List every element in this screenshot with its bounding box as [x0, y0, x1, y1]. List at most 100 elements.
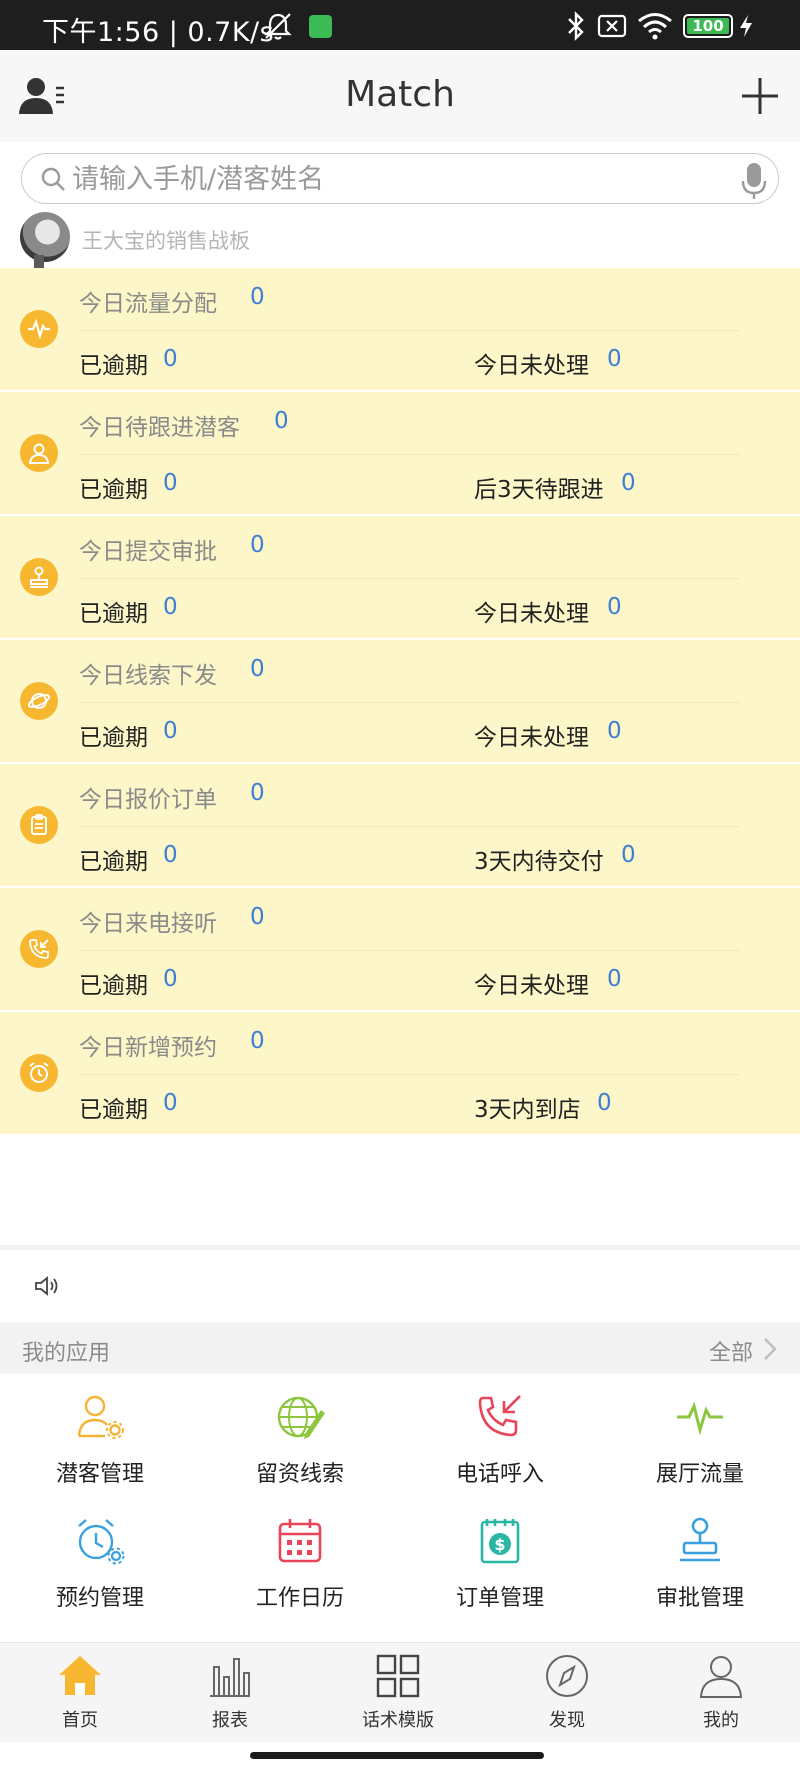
stamp-icon	[680, 1517, 720, 1562]
search-input[interactable]	[72, 160, 712, 198]
app-label: 审批管理	[655, 1586, 744, 1611]
stat-overdue-value: 0	[163, 966, 178, 992]
customer-settings-icon	[77, 1395, 124, 1439]
stat-overdue-value: 0	[163, 470, 178, 496]
stat-value: 0	[250, 656, 265, 682]
battery-icon: 100	[683, 14, 733, 38]
stat-value: 0	[250, 532, 265, 558]
nav-profile[interactable]: 我的	[641, 1643, 800, 1743]
alarm-clock-gear-icon	[78, 1519, 125, 1565]
app-customer-management[interactable]: 潜客管理	[0, 1374, 200, 1494]
divider	[79, 826, 740, 827]
nav-reports[interactable]: 报表	[150, 1643, 310, 1743]
my-apps-header: 我的应用 全部	[0, 1322, 800, 1374]
sales-board-header: 王大宝的销售战板	[20, 211, 800, 275]
app-label: 留资线索	[255, 1462, 344, 1487]
stat-secondary-value: 0	[621, 470, 636, 496]
avatar[interactable]	[20, 212, 70, 262]
stat-overdue-label: 已逾期	[79, 849, 148, 875]
charging-icon	[740, 15, 752, 37]
stat-value: 0	[250, 284, 265, 310]
home-indicator[interactable]	[250, 1752, 544, 1759]
divider	[79, 702, 740, 703]
stat-overdue-value: 0	[163, 1090, 178, 1116]
app-label: 订单管理	[455, 1586, 544, 1611]
microphone-icon[interactable]	[740, 161, 768, 201]
app-approvals[interactable]: 审批管理	[600, 1498, 800, 1618]
add-icon[interactable]	[738, 74, 782, 118]
stat-card-appointments[interactable]: 今日新增预约 0 已逾期 0 3天内到店 0	[0, 1012, 800, 1136]
stat-card-leads[interactable]: 今日线索下发 0 已逾期 0 今日未处理 0	[0, 640, 800, 764]
mute-bell-icon	[264, 13, 292, 40]
no-sim-icon	[597, 14, 627, 38]
app-showroom-traffic[interactable]: 展厅流量	[600, 1374, 800, 1494]
nav-label: 发现	[549, 1710, 585, 1731]
nav-discover[interactable]: 发现	[487, 1643, 647, 1743]
app-leads[interactable]: 留资线索	[200, 1374, 400, 1494]
page-title: Match	[345, 74, 455, 115]
divider	[79, 950, 740, 951]
stats-list: 今日流量分配 0 已逾期 0 今日未处理 0 今日待跟进潜客 0 已逾期 0 后…	[0, 268, 800, 1136]
chevron-right-icon[interactable]	[762, 1336, 778, 1362]
svg-text:$: $	[494, 1535, 505, 1554]
stat-overdue-label: 已逾期	[79, 973, 148, 999]
app-label: 预约管理	[55, 1586, 144, 1611]
stat-secondary-value: 0	[621, 842, 636, 868]
app-appointments[interactable]: 预约管理	[0, 1498, 200, 1618]
stat-title: 今日新增预约	[79, 1035, 217, 1061]
stat-secondary-value: 0	[607, 594, 622, 620]
app-work-calendar[interactable]: 工作日历	[200, 1498, 400, 1618]
incoming-call-icon	[478, 1395, 521, 1437]
search-icon	[41, 167, 65, 191]
home-icon	[59, 1656, 101, 1695]
stat-secondary-label: 3天内待交付	[474, 849, 604, 875]
view-all-link[interactable]: 全部	[709, 1335, 753, 1367]
app-incoming-calls[interactable]: 电话呼入	[400, 1374, 600, 1494]
pulse-icon	[20, 310, 58, 348]
planet-icon	[20, 682, 58, 720]
stamp-icon	[20, 558, 58, 596]
stat-card-orders[interactable]: 今日报价订单 0 已逾期 0 3天内待交付 0	[0, 764, 800, 888]
stat-title: 今日待跟进潜客	[79, 415, 240, 441]
stat-overdue-value: 0	[163, 718, 178, 744]
nav-templates[interactable]: 话术模版	[318, 1643, 478, 1743]
stat-value: 0	[250, 1028, 265, 1054]
apps-grid: 潜客管理 留资线索 电话呼入 展厅流量 预约管理 工作日历 $ 订单管理 审批管…	[0, 1374, 800, 1642]
stat-secondary-value: 0	[607, 346, 622, 372]
stat-value: 0	[250, 904, 265, 930]
app-orders[interactable]: $ 订单管理	[400, 1498, 600, 1618]
calendar-icon	[278, 1519, 322, 1563]
stat-title: 今日提交审批	[79, 539, 217, 565]
app-label: 展厅流量	[655, 1462, 744, 1487]
nav-label: 首页	[62, 1710, 98, 1731]
money-clipboard-icon: $	[480, 1519, 520, 1564]
stat-card-calls[interactable]: 今日来电接听 0 已逾期 0 今日未处理 0	[0, 888, 800, 1012]
stat-secondary-value: 0	[597, 1090, 612, 1116]
battery-level: 100	[687, 18, 729, 34]
stat-card-traffic[interactable]: 今日流量分配 0 已逾期 0 今日未处理 0	[0, 268, 800, 392]
profile-icon	[699, 1656, 743, 1698]
stat-secondary-label: 今日未处理	[474, 725, 589, 751]
stat-overdue-value: 0	[163, 842, 178, 868]
speaker-icon[interactable]	[34, 1275, 60, 1297]
stat-overdue-label: 已逾期	[79, 1097, 148, 1123]
nav-home[interactable]: 首页	[0, 1643, 160, 1743]
divider	[79, 1074, 740, 1075]
stat-card-followup[interactable]: 今日待跟进潜客 0 已逾期 0 后3天待跟进 0	[0, 392, 800, 516]
stat-secondary-value: 0	[607, 966, 622, 992]
stat-card-approval[interactable]: 今日提交审批 0 已逾期 0 今日未处理 0	[0, 516, 800, 640]
stat-value: 0	[250, 780, 265, 806]
globe-pencil-icon	[277, 1396, 325, 1439]
stat-title: 今日流量分配	[79, 291, 217, 317]
divider	[79, 578, 740, 579]
grid-icon	[376, 1654, 420, 1698]
sales-board-title: 王大宝的销售战板	[82, 229, 250, 253]
clipboard-icon	[20, 806, 58, 844]
compass-icon	[546, 1655, 588, 1697]
app-label: 工作日历	[255, 1586, 344, 1611]
stat-overdue-label: 已逾期	[79, 601, 148, 627]
bar-chart-icon	[210, 1658, 250, 1697]
stat-value: 0	[274, 408, 289, 434]
stat-secondary-value: 0	[607, 718, 622, 744]
nav-label: 我的	[703, 1710, 739, 1731]
